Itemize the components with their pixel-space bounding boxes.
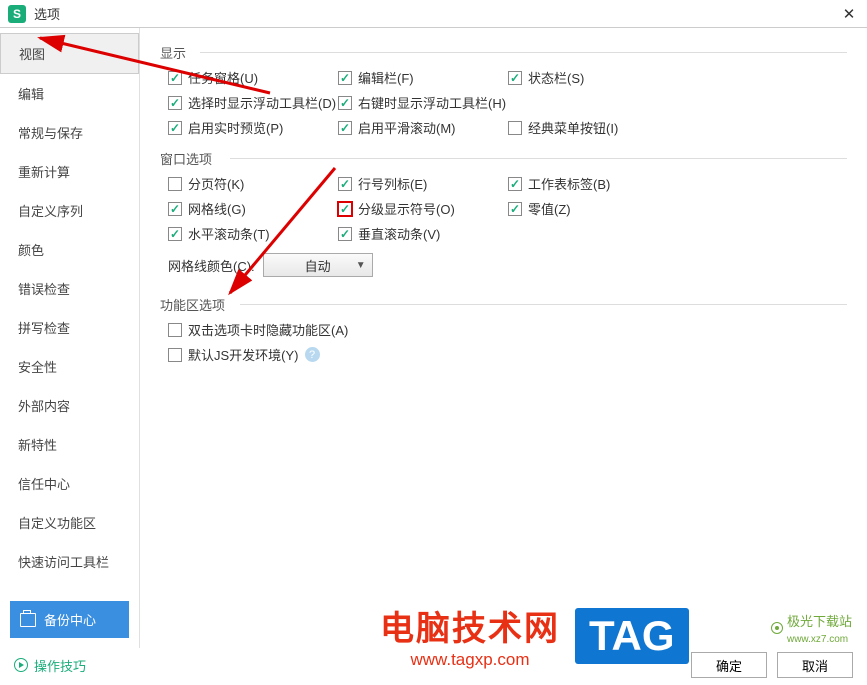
chevron-down-icon: ▼ <box>356 260 366 271</box>
checkbox[interactable] <box>168 348 182 362</box>
checkbox[interactable] <box>168 202 182 216</box>
backup-label: 备份中心 <box>44 610 96 629</box>
checkbox[interactable] <box>168 177 182 191</box>
checkbox[interactable] <box>168 121 182 135</box>
gridcolor-dropdown[interactable]: 自动 ▼ <box>263 253 373 277</box>
checkbox[interactable] <box>338 71 352 85</box>
sidebar-item-5[interactable]: 颜色 <box>0 230 139 269</box>
sidebar: 视图编辑常规与保存重新计算自定义序列颜色错误检查拼写检查安全性外部内容新特性信任… <box>0 28 140 648</box>
checkbox-label[interactable]: 分页符(K) <box>188 174 244 193</box>
sidebar-item-4[interactable]: 自定义序列 <box>0 191 139 230</box>
checkbox-label[interactable]: 零值(Z) <box>528 199 571 218</box>
group-window-label: 窗口选项 <box>160 149 847 168</box>
app-icon: S <box>8 5 26 23</box>
checkbox[interactable] <box>508 71 522 85</box>
checkbox[interactable] <box>168 71 182 85</box>
checkbox-label[interactable]: 垂直滚动条(V) <box>358 224 440 243</box>
cancel-button[interactable]: 取消 <box>777 652 853 678</box>
sidebar-item-7[interactable]: 拼写检查 <box>0 308 139 347</box>
sidebar-item-11[interactable]: 信任中心 <box>0 464 139 503</box>
group-display-label: 显示 <box>160 43 847 62</box>
tips-label: 操作技巧 <box>34 656 86 675</box>
checkbox[interactable] <box>338 177 352 191</box>
checkbox[interactable] <box>508 177 522 191</box>
sidebar-item-2[interactable]: 常规与保存 <box>0 113 139 152</box>
sidebar-item-13[interactable]: 快速访问工具栏 <box>0 542 139 581</box>
sidebar-item-1[interactable]: 编辑 <box>0 74 139 113</box>
checkbox-label[interactable]: 分级显示符号(O) <box>358 199 455 218</box>
backup-center-button[interactable]: 备份中心 <box>10 601 129 638</box>
tips-link[interactable]: 操作技巧 <box>14 656 86 675</box>
checkbox-label[interactable]: 经典菜单按钮(I) <box>528 118 618 137</box>
checkbox[interactable] <box>168 227 182 241</box>
checkbox[interactable] <box>338 227 352 241</box>
checkbox[interactable] <box>338 121 352 135</box>
checkbox-label[interactable]: 启用实时预览(P) <box>188 118 283 137</box>
checkbox-label[interactable]: 默认JS开发环境(Y) <box>188 345 299 364</box>
sidebar-item-9[interactable]: 外部内容 <box>0 386 139 425</box>
checkbox[interactable] <box>168 96 182 110</box>
checkbox-label[interactable]: 水平滚动条(T) <box>188 224 270 243</box>
sidebar-item-10[interactable]: 新特性 <box>0 425 139 464</box>
checkbox-label[interactable]: 行号列标(E) <box>358 174 427 193</box>
folder-icon <box>20 613 36 627</box>
checkbox-label[interactable]: 网格线(G) <box>188 199 246 218</box>
checkbox-label[interactable]: 编辑栏(F) <box>358 68 414 87</box>
group-ribbon-label: 功能区选项 <box>160 295 847 314</box>
sidebar-item-3[interactable]: 重新计算 <box>0 152 139 191</box>
site-logo: 极光下载站 www.xz7.com <box>771 611 852 645</box>
checkbox-label[interactable]: 工作表标签(B) <box>528 174 610 193</box>
checkbox-label[interactable]: 选择时显示浮动工具栏(D) <box>188 93 336 112</box>
checkbox[interactable] <box>338 202 352 216</box>
checkbox-label[interactable]: 任务窗格(U) <box>188 68 258 87</box>
sidebar-item-0[interactable]: 视图 <box>0 33 139 74</box>
ok-button[interactable]: 确定 <box>691 652 767 678</box>
play-icon <box>14 658 28 672</box>
sidebar-item-6[interactable]: 错误检查 <box>0 269 139 308</box>
gridcolor-value: 自动 <box>305 256 331 275</box>
checkbox[interactable] <box>168 323 182 337</box>
sidebar-item-8[interactable]: 安全性 <box>0 347 139 386</box>
window-title: 选项 <box>34 4 839 23</box>
checkbox[interactable] <box>508 121 522 135</box>
sidebar-item-12[interactable]: 自定义功能区 <box>0 503 139 542</box>
checkbox-label[interactable]: 双击选项卡时隐藏功能区(A) <box>188 320 348 339</box>
checkbox-label[interactable]: 右键时显示浮动工具栏(H) <box>358 93 506 112</box>
checkbox-label[interactable]: 状态栏(S) <box>528 68 584 87</box>
checkbox-label[interactable]: 启用平滑滚动(M) <box>358 118 456 137</box>
checkbox[interactable] <box>338 96 352 110</box>
checkbox[interactable] <box>508 202 522 216</box>
close-icon[interactable]: ✕ <box>839 5 859 23</box>
help-icon[interactable]: ? <box>305 347 320 362</box>
gridcolor-label: 网格线颜色(C): <box>168 256 255 275</box>
